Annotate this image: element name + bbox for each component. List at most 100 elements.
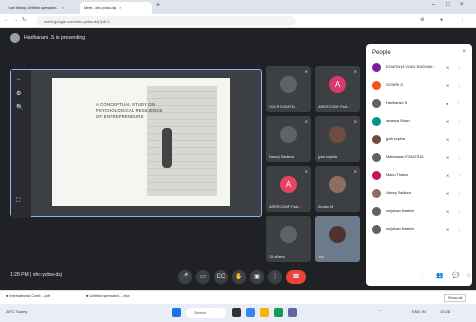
browser-tab-bar: I am Manoj: Untitled spreadsh... × Meet -… — [0, 0, 476, 14]
people-icon[interactable]: 👥 — [436, 272, 443, 279]
people-panel: People × E20ATN14 VIJAY RAGHAV... ✕ ⋮ GOWR… — [366, 44, 472, 286]
mic-off-icon: ✕ — [304, 119, 308, 124]
mic-icon[interactable]: 🎤 — [178, 270, 192, 284]
reload-icon[interactable]: ↻ — [22, 17, 26, 23]
teams-icon[interactable] — [288, 308, 297, 317]
avatar — [372, 188, 381, 198]
download-item[interactable]: ■ Untitled spreadsh....xlsx — [86, 294, 130, 298]
window-close-icon[interactable]: × — [460, 2, 464, 8]
participant-row[interactable]: Manu Thakur ✕ ⋮ — [372, 168, 468, 182]
participant-tile-self[interactable]: You — [315, 216, 360, 262]
present-icon[interactable]: ▣ — [250, 270, 264, 284]
settings-icon[interactable]: ⚙ — [16, 90, 21, 97]
url-input[interactable]: meet.google.com/ohc-ycbw-dzj?pli=1 — [36, 16, 296, 26]
participant-row[interactable]: lavanya Sivan ✕ ⋮ — [372, 114, 468, 128]
tab-meet[interactable]: Meet - ohc-ycbw-dzj × — [80, 2, 152, 14]
avatar — [372, 80, 381, 90]
taskbar-search[interactable]: Search — [186, 308, 226, 318]
participant-row[interactable]: nurjahan ibrahim ✕ ⋮ — [372, 222, 468, 236]
close-icon[interactable]: × — [462, 49, 466, 55]
more-icon[interactable]: ⋮ — [268, 270, 282, 284]
participant-tile[interactable]: ✕ A AREECONF Part... — [315, 66, 360, 112]
raise-hand-icon[interactable]: ✋ — [232, 270, 246, 284]
presentation-slide: A CONCEPTUAL STUDY ON PSYCHOLOGICAL RESI… — [52, 78, 230, 206]
presenting-banner: Hariharani .S is presenting — [10, 33, 85, 43]
participant-row[interactable]: nurjahan ibrahim ✕ ⋮ — [372, 204, 468, 218]
participant-tile-others[interactable]: 15 others — [266, 216, 311, 262]
more-icon[interactable]: ⋮ — [457, 137, 461, 142]
zoom-icon[interactable]: 🔍 — [16, 104, 23, 111]
chat-icon[interactable]: 💬 — [452, 272, 459, 279]
lang-indicator[interactable]: ENG IN — [412, 309, 426, 314]
participant-row[interactable]: E20ATN14 VIJAY RAGHAV... ✕ ⋮ — [372, 60, 468, 74]
meeting-info: 1:28 PM | ohc-ycbw-dzj — [10, 272, 62, 278]
mic-off-icon: ✕ — [446, 64, 450, 70]
presentation-stage: ← ⚙ 🔍 ⛶ A CONCEPTUAL STUDY ON PSYCHOLOGI… — [10, 69, 262, 218]
tab-spreadsheet[interactable]: I am Manoj: Untitled spreadsh... × — [4, 2, 76, 14]
participant-tile[interactable]: ✕ VIJI R E20ATN... — [266, 66, 311, 112]
participant-tile[interactable]: ✕ Nancy Sadiora — [266, 116, 311, 162]
avatar — [280, 126, 297, 143]
maximize-icon[interactable]: □ — [446, 2, 450, 8]
participant-row[interactable]: Nancy Sadiora ✕ ⋮ — [372, 186, 468, 200]
back-icon[interactable]: ← — [4, 17, 9, 23]
avatar — [372, 98, 381, 108]
weather-widget[interactable]: 28°C Sunny — [6, 309, 27, 314]
more-icon[interactable]: ⋮ — [457, 65, 461, 70]
arrow-left-icon[interactable]: ← — [16, 76, 22, 82]
mic-off-icon: ✕ — [353, 119, 357, 124]
start-icon[interactable] — [172, 308, 181, 317]
edge-icon[interactable] — [246, 308, 255, 317]
close-icon[interactable]: × — [119, 5, 121, 10]
info-icon[interactable]: ⓘ — [420, 272, 426, 281]
menu-icon[interactable]: ⋮ — [460, 17, 465, 23]
avatar — [372, 116, 381, 126]
more-icon[interactable]: ⋮ — [457, 83, 461, 88]
close-icon[interactable]: × — [62, 5, 64, 10]
participant-row[interactable]: Maheswari E20ATS16 ✕ ⋮ — [372, 150, 468, 164]
camera-icon[interactable]: ▭ — [196, 270, 210, 284]
captions-icon[interactable]: CC — [214, 270, 228, 284]
minimize-icon[interactable]: – — [432, 2, 435, 8]
chrome-icon[interactable] — [274, 308, 283, 317]
avatar — [329, 126, 346, 143]
participant-row[interactable]: jyoti sophia ✕ ⋮ — [372, 132, 468, 146]
download-item[interactable]: ■ International Confr....pdf — [6, 294, 50, 298]
mic-off-icon: ✕ — [446, 118, 450, 124]
task-view-icon[interactable] — [232, 308, 241, 317]
more-icon[interactable]: ⋮ — [457, 119, 461, 124]
fullscreen-icon[interactable]: ⛶ — [16, 198, 20, 205]
more-icon[interactable]: ⋮ — [457, 191, 461, 196]
avatar — [280, 226, 297, 243]
tray-chevron-icon[interactable]: ⌃ — [378, 309, 381, 314]
profile-icon[interactable]: ● — [440, 17, 443, 23]
people-panel-title: People — [372, 50, 391, 56]
participant-row[interactable]: Hariharani S ● ⋮ — [372, 96, 468, 110]
more-icon[interactable]: ⋮ — [456, 101, 460, 106]
mic-off-icon: ✕ — [446, 154, 450, 160]
show-all-button[interactable]: Show all — [444, 294, 467, 302]
file-explorer-icon[interactable] — [260, 308, 269, 317]
more-icon[interactable]: ⋮ — [457, 227, 461, 232]
participant-tile[interactable]: ✕ jyoti sophia — [315, 116, 360, 162]
mic-off-icon: ✕ — [446, 208, 450, 214]
new-tab-icon[interactable]: + — [156, 2, 160, 9]
more-icon[interactable]: ⋮ — [457, 173, 461, 178]
more-icon[interactable]: ⋮ — [457, 209, 461, 214]
more-icon[interactable]: ⋮ — [457, 155, 461, 160]
participant-row[interactable]: GOWRI G ✕ ⋮ — [372, 78, 468, 92]
mic-off-icon: ✕ — [446, 172, 450, 178]
avatar — [10, 33, 20, 43]
activities-icon[interactable]: ⬢ — [466, 272, 471, 279]
presenting-icon: ● — [446, 100, 449, 106]
extensions-icon[interactable]: ⚙ — [420, 17, 424, 23]
participant-tile[interactable]: ✕ Amala M — [315, 166, 360, 212]
avatar — [372, 224, 381, 234]
meet-controls-bar: 1:28 PM | ohc-ycbw-dzj 🎤 ▭ CC ✋ ▣ ⋮ ☎ ⓘ … — [0, 264, 476, 290]
avatar — [372, 206, 381, 216]
participant-tile[interactable]: ✕ A AREECONF Part... — [266, 166, 311, 212]
mic-off-icon: ✕ — [304, 169, 308, 174]
clock[interactable]: 13:28 — [440, 309, 450, 314]
forward-icon[interactable]: → — [13, 17, 18, 23]
hang-up-button[interactable]: ☎ — [286, 270, 306, 284]
